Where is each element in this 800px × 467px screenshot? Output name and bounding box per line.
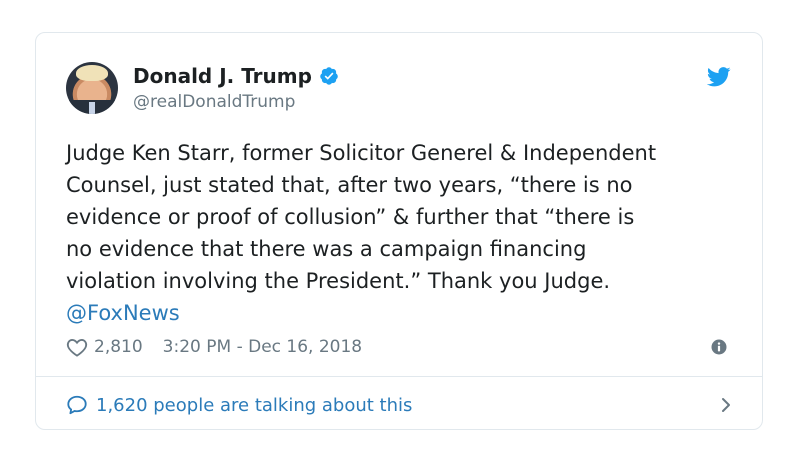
author-handle[interactable]: @realDonaldTrump — [133, 92, 295, 112]
tweet-meta: 2,810 3:20 PM - Dec 16, 2018 — [66, 335, 362, 359]
tweet-text-line: violation involving the President.” Than… — [66, 269, 611, 293]
tweet-text: Judge Ken Starr, former Solicitor Genere… — [66, 137, 746, 329]
conversation-link[interactable]: 1,620 people are talking about this — [66, 391, 732, 419]
tweet-text-line: no evidence that there was a campaign fi… — [66, 237, 587, 261]
info-icon[interactable] — [711, 339, 727, 355]
talking-count-text: 1,620 people are talking about this — [96, 394, 413, 416]
author-name-text: Donald J. Trump — [133, 64, 312, 88]
avatar-tie — [89, 102, 95, 114]
like-count[interactable]: 2,810 — [94, 337, 143, 357]
twitter-bird-icon[interactable] — [707, 67, 731, 87]
comment-bubble-icon — [67, 395, 87, 415]
tweet-timestamp[interactable]: 3:20 PM - Dec 16, 2018 — [163, 337, 362, 357]
heart-icon[interactable] — [66, 337, 88, 357]
tweet-text-line: Judge Ken Starr, former Solicitor Genere… — [66, 141, 657, 165]
tweet-card: Donald J. Trump @realDonaldTrump Judge K… — [35, 32, 763, 430]
mention-link[interactable]: @FoxNews — [66, 297, 746, 329]
divider — [36, 376, 762, 377]
author-name[interactable]: Donald J. Trump — [133, 64, 339, 88]
avatar-hair — [76, 65, 108, 81]
avatar[interactable] — [66, 62, 118, 114]
verified-badge-icon — [320, 67, 338, 85]
tweet-text-line: evidence or proof of collusion” & furthe… — [66, 205, 635, 229]
chevron-right-icon[interactable] — [720, 395, 732, 415]
tweet-text-line: Counsel, just stated that, after two yea… — [66, 173, 633, 197]
